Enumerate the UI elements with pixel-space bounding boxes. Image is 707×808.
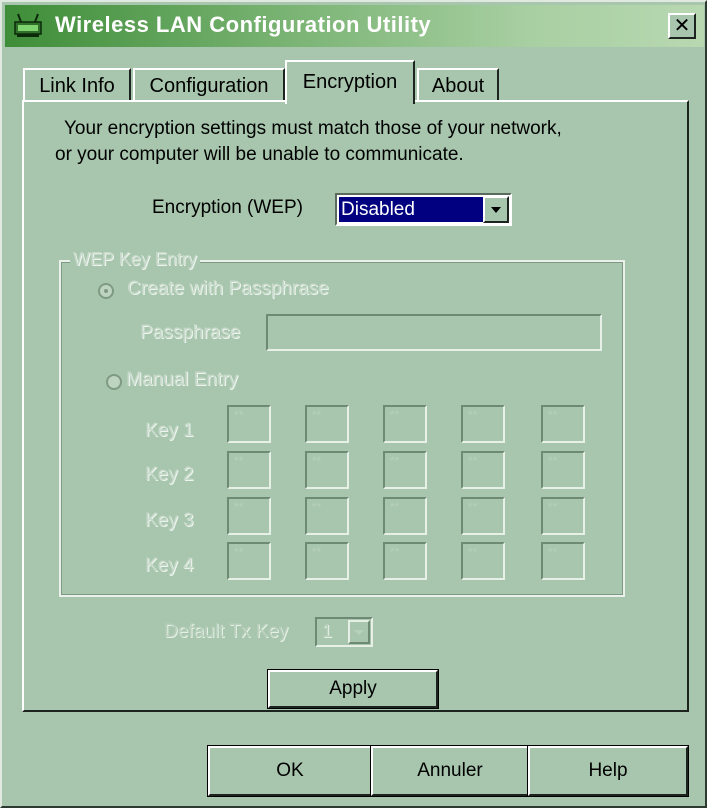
key-value: **: [548, 545, 558, 559]
key-value: **: [468, 454, 478, 468]
cancel-button[interactable]: Annuler: [370, 745, 530, 797]
key-3-field-1[interactable]: **: [227, 497, 271, 535]
key-2-field-5[interactable]: **: [541, 451, 585, 489]
radio-selected-dot: [104, 289, 108, 293]
key-3-label: Key 3: [145, 510, 194, 531]
tab-about[interactable]: About: [417, 68, 499, 102]
tab-link-info[interactable]: Link Info: [23, 68, 131, 102]
dialog-window: Wireless LAN Configuration Utility ✕ Lin…: [0, 0, 707, 808]
key-2-field-4[interactable]: **: [461, 451, 505, 489]
key-value: **: [234, 408, 244, 422]
key-3-field-2[interactable]: **: [305, 497, 349, 535]
title-bar[interactable]: Wireless LAN Configuration Utility ✕: [5, 5, 704, 47]
key-3-field-4[interactable]: **: [461, 497, 505, 535]
key-4-label: Key 4: [145, 555, 194, 576]
tab-label: About: [431, 75, 485, 97]
key-4-field-2[interactable]: **: [305, 542, 349, 580]
key-value: **: [312, 500, 322, 514]
key-value: **: [548, 408, 558, 422]
key-value: **: [390, 408, 400, 422]
ok-label: OK: [276, 760, 304, 781]
key-value: **: [234, 454, 244, 468]
encryption-wep-select[interactable]: Disabled: [335, 193, 512, 226]
key-1-field-2[interactable]: **: [305, 405, 349, 443]
ok-button[interactable]: OK: [207, 745, 373, 797]
wireless-network-icon: [14, 13, 42, 37]
encryption-wep-label: Encryption (WEP): [152, 197, 303, 218]
tab-label: Link Info: [39, 75, 115, 97]
manual-entry-radio[interactable]: [106, 374, 122, 390]
key-4-field-4[interactable]: **: [461, 542, 505, 580]
key-value: **: [312, 408, 322, 422]
close-icon: ✕: [673, 13, 691, 37]
tab-label: Encryption: [302, 71, 398, 93]
create-with-passphrase-radio[interactable]: [98, 283, 114, 299]
key-2-field-3[interactable]: **: [383, 451, 427, 489]
key-value: **: [468, 545, 478, 559]
dropdown-button[interactable]: [483, 196, 509, 223]
tab-encryption[interactable]: Encryption: [285, 60, 415, 104]
info-text-line-1: Your encryption settings must match thos…: [64, 118, 562, 139]
passphrase-input[interactable]: [266, 314, 602, 351]
apply-button[interactable]: Apply: [267, 669, 439, 709]
tab-configuration[interactable]: Configuration: [133, 68, 285, 102]
key-1-field-4[interactable]: **: [461, 405, 505, 443]
default-tx-key-value: 1: [322, 621, 333, 641]
cancel-label: Annuler: [417, 760, 483, 781]
key-value: **: [312, 454, 322, 468]
passphrase-label: Passphrase: [140, 322, 241, 343]
key-1-field-5[interactable]: **: [541, 405, 585, 443]
key-value: **: [390, 500, 400, 514]
key-value: **: [234, 545, 244, 559]
close-button[interactable]: ✕: [668, 13, 696, 39]
help-button[interactable]: Help: [527, 745, 689, 797]
key-1-field-1[interactable]: **: [227, 405, 271, 443]
key-value: **: [548, 454, 558, 468]
key-2-label: Key 2: [145, 464, 194, 485]
apply-label: Apply: [329, 678, 377, 699]
key-value: **: [390, 454, 400, 468]
info-text-line-2: or your computer will be unable to commu…: [55, 144, 464, 165]
key-2-field-1[interactable]: **: [227, 451, 271, 489]
key-value: **: [548, 500, 558, 514]
default-tx-key-label: Default Tx Key: [164, 621, 289, 642]
key-value: **: [234, 500, 244, 514]
manual-entry-label: Manual Entry: [126, 369, 238, 390]
key-4-field-3[interactable]: **: [383, 542, 427, 580]
key-value: **: [312, 545, 322, 559]
help-label: Help: [588, 760, 628, 781]
window-title: Wireless LAN Configuration Utility: [55, 12, 432, 37]
wep-key-entry-label: WEP Key Entry: [70, 249, 200, 270]
key-1-field-3[interactable]: **: [383, 405, 427, 443]
key-3-field-5[interactable]: **: [541, 497, 585, 535]
key-value: **: [468, 408, 478, 422]
dropdown-button[interactable]: [348, 620, 370, 644]
encryption-wep-value: Disabled: [339, 197, 483, 222]
key-4-field-1[interactable]: **: [227, 542, 271, 580]
tab-label: Configuration: [149, 75, 269, 97]
key-4-field-5[interactable]: **: [541, 542, 585, 580]
key-2-field-2[interactable]: **: [305, 451, 349, 489]
key-3-field-3[interactable]: **: [383, 497, 427, 535]
key-value: **: [468, 500, 478, 514]
default-tx-key-select[interactable]: 1: [315, 617, 373, 647]
chevron-down-icon: [491, 207, 501, 213]
key-1-label: Key 1: [145, 420, 194, 441]
create-with-passphrase-label: Create with Passphrase: [127, 278, 329, 299]
chevron-down-icon: [354, 630, 364, 635]
key-value: **: [390, 545, 400, 559]
